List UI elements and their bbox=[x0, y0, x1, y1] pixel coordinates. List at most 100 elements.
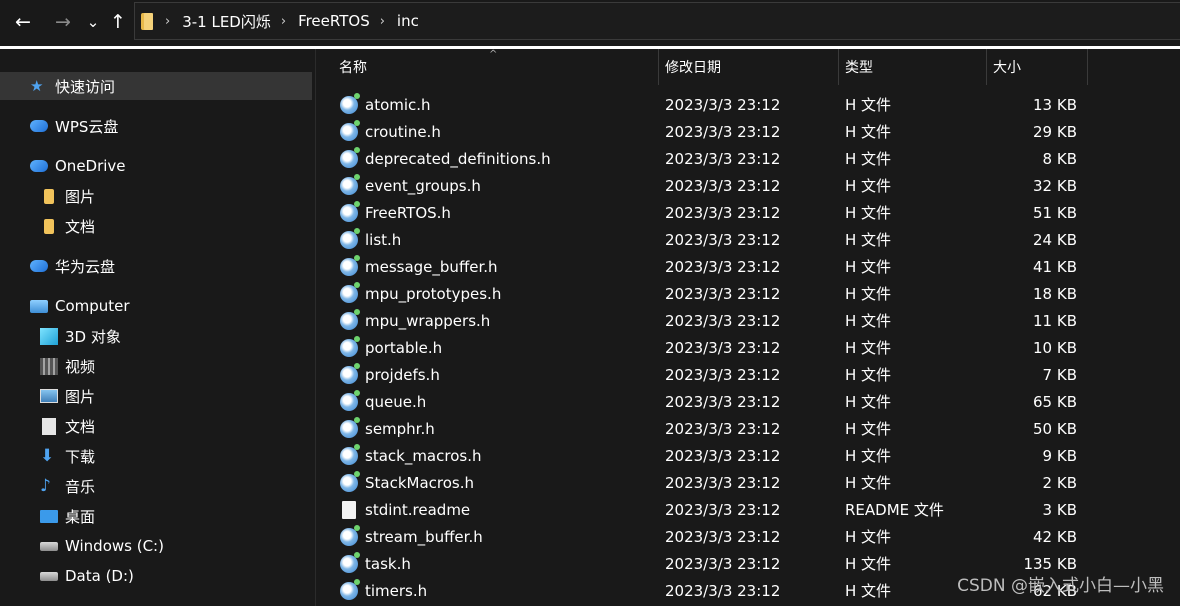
file-type: H 文件 bbox=[845, 447, 892, 465]
cloud-icon bbox=[30, 260, 48, 272]
file-name-cell: mpu_wrappers.h bbox=[340, 307, 490, 334]
file-name: stack_macros.h bbox=[365, 446, 482, 465]
sidebar-item-label: 图片 bbox=[65, 387, 96, 406]
file-type: H 文件 bbox=[845, 96, 892, 114]
file-type: H 文件 bbox=[845, 420, 892, 438]
sidebar-item[interactable]: 视频 bbox=[0, 352, 312, 380]
file-name-cell: StackMacros.h bbox=[340, 469, 474, 496]
breadcrumb-separator: › bbox=[165, 13, 171, 29]
address-bar[interactable]: › 3-1 LED闪烁 › FreeRTOS › inc bbox=[134, 2, 1180, 40]
header-file-icon bbox=[340, 389, 360, 411]
sidebar-item-label: OneDrive bbox=[55, 157, 126, 175]
file-name-cell: stdint.readme bbox=[340, 496, 470, 523]
cloud-icon bbox=[30, 160, 48, 172]
header-file-icon bbox=[340, 281, 360, 303]
column-header-label: 修改日期 bbox=[665, 60, 721, 76]
sidebar-item[interactable]: ⬇ 下载 bbox=[0, 442, 312, 470]
forward-button[interactable]: → bbox=[50, 9, 76, 35]
breadcrumb-item[interactable]: inc bbox=[397, 12, 419, 30]
sidebar-item-label: 文档 bbox=[65, 417, 96, 436]
file-row[interactable]: projdefs.h 2023/3/3 23:12 H 文件 7 KB bbox=[317, 361, 1180, 388]
sidebar-item[interactable]: 华为云盘 bbox=[0, 252, 312, 280]
file-row[interactable]: message_buffer.h 2023/3/3 23:12 H 文件 41 KB bbox=[317, 253, 1180, 280]
file-size: 13 KB bbox=[1033, 95, 1077, 114]
sidebar-item[interactable]: ♪ 音乐 bbox=[0, 472, 312, 500]
sidebar-item-label: 视频 bbox=[65, 357, 96, 376]
file-date: 2023/3/3 23:12 bbox=[665, 95, 781, 114]
sidebar-item[interactable]: WPS云盘 bbox=[0, 112, 312, 140]
file-name-cell: stream_buffer.h bbox=[340, 523, 483, 550]
breadcrumb-item[interactable]: 3-1 LED闪烁 bbox=[182, 11, 271, 32]
file-size: 50 KB bbox=[1033, 419, 1077, 438]
sidebar-item[interactable]: ★ 快速访问 bbox=[0, 72, 312, 100]
file-row[interactable]: list.h 2023/3/3 23:12 H 文件 24 KB bbox=[317, 226, 1180, 253]
sidebar-item[interactable]: 文档 bbox=[0, 412, 312, 440]
up-button[interactable]: ↑ bbox=[106, 9, 130, 35]
file-row[interactable]: atomic.h 2023/3/3 23:12 H 文件 13 KB bbox=[317, 91, 1180, 118]
file-row[interactable]: StackMacros.h 2023/3/3 23:12 H 文件 2 KB bbox=[317, 469, 1180, 496]
recent-locations-button[interactable]: ⌄ bbox=[84, 9, 102, 35]
sidebar-item-label: Windows (C:) bbox=[65, 537, 164, 555]
sidebar-item[interactable]: Data (D:) bbox=[0, 562, 312, 590]
file-size: 32 KB bbox=[1033, 176, 1077, 195]
sidebar-item-label: 文档 bbox=[65, 217, 96, 236]
file-size: 7 KB bbox=[1042, 365, 1077, 384]
file-date: 2023/3/3 23:12 bbox=[665, 581, 781, 600]
file-date: 2023/3/3 23:12 bbox=[665, 230, 781, 249]
header-file-icon bbox=[340, 524, 360, 546]
header-file-icon bbox=[340, 227, 360, 249]
file-name-cell: projdefs.h bbox=[340, 361, 440, 388]
file-size: 3 KB bbox=[1042, 500, 1077, 519]
file-date: 2023/3/3 23:12 bbox=[665, 176, 781, 195]
navigation-pane: ★ 快速访问 WPS云盘 OneDrive 图片 文档 华为云盘 Computer 3D 对象视… bbox=[0, 49, 316, 606]
header-file-icon bbox=[340, 254, 360, 276]
sidebar-item[interactable]: Windows (C:) bbox=[0, 532, 312, 560]
file-row[interactable]: stdint.readme 2023/3/3 23:12 README 文件 3 KB bbox=[317, 496, 1180, 523]
header-file-icon bbox=[340, 92, 360, 114]
file-name: deprecated_definitions.h bbox=[365, 149, 551, 168]
file-size: 10 KB bbox=[1033, 338, 1077, 357]
column-header-size[interactable]: 大小 bbox=[987, 49, 1088, 85]
back-button[interactable]: ← bbox=[10, 9, 36, 35]
column-header-date[interactable]: 修改日期 bbox=[659, 49, 839, 85]
folder-icon bbox=[44, 188, 54, 204]
file-size: 42 KB bbox=[1033, 527, 1077, 546]
file-row[interactable]: stack_macros.h 2023/3/3 23:12 H 文件 9 KB bbox=[317, 442, 1180, 469]
file-date: 2023/3/3 23:12 bbox=[665, 284, 781, 303]
breadcrumb-item[interactable]: FreeRTOS bbox=[298, 12, 370, 30]
sidebar-item[interactable]: 文档 bbox=[0, 212, 312, 240]
file-row[interactable]: semphr.h 2023/3/3 23:12 H 文件 50 KB bbox=[317, 415, 1180, 442]
file-row[interactable]: croutine.h 2023/3/3 23:12 H 文件 29 KB bbox=[317, 118, 1180, 145]
header-file-icon bbox=[340, 173, 360, 195]
sidebar-item[interactable]: OneDrive bbox=[0, 152, 312, 180]
sidebar-item[interactable]: 桌面 bbox=[0, 502, 312, 530]
file-row[interactable]: stream_buffer.h 2023/3/3 23:12 H 文件 42 KB bbox=[317, 523, 1180, 550]
sidebar-item[interactable]: 图片 bbox=[0, 182, 312, 210]
file-row[interactable]: mpu_prototypes.h 2023/3/3 23:12 H 文件 18 KB bbox=[317, 280, 1180, 307]
star-icon: ★ bbox=[30, 77, 44, 95]
file-size: 41 KB bbox=[1033, 257, 1077, 276]
sidebar-item-label: 华为云盘 bbox=[55, 257, 116, 276]
sidebar-item[interactable]: 图片 bbox=[0, 382, 312, 410]
file-size: 18 KB bbox=[1033, 284, 1077, 303]
file-row[interactable]: FreeRTOS.h 2023/3/3 23:12 H 文件 51 KB bbox=[317, 199, 1180, 226]
file-type: H 文件 bbox=[845, 231, 892, 249]
file-row[interactable]: deprecated_definitions.h 2023/3/3 23:12 H … bbox=[317, 145, 1180, 172]
file-date: 2023/3/3 23:12 bbox=[665, 203, 781, 222]
header-file-icon bbox=[340, 470, 360, 492]
sidebar-item[interactable]: 3D 对象 bbox=[0, 322, 312, 350]
breadcrumb-separator: › bbox=[280, 13, 287, 29]
file-name: StackMacros.h bbox=[365, 473, 475, 492]
file-row[interactable]: event_groups.h 2023/3/3 23:12 H 文件 32 KB bbox=[317, 172, 1180, 199]
header-file-icon bbox=[340, 119, 360, 141]
file-row[interactable]: mpu_wrappers.h 2023/3/3 23:12 H 文件 11 KB bbox=[317, 307, 1180, 334]
column-header-type[interactable]: 类型 bbox=[839, 49, 987, 85]
file-type: H 文件 bbox=[845, 528, 892, 546]
file-row[interactable]: portable.h 2023/3/3 23:12 H 文件 10 KB bbox=[317, 334, 1180, 361]
file-row[interactable]: queue.h 2023/3/3 23:12 H 文件 65 KB bbox=[317, 388, 1180, 415]
sidebar-item[interactable]: Computer bbox=[0, 292, 312, 320]
file-size: 65 KB bbox=[1033, 392, 1077, 411]
breadcrumb-separator: › bbox=[379, 13, 385, 29]
file-type: H 文件 bbox=[845, 555, 892, 573]
file-date: 2023/3/3 23:12 bbox=[665, 500, 781, 519]
